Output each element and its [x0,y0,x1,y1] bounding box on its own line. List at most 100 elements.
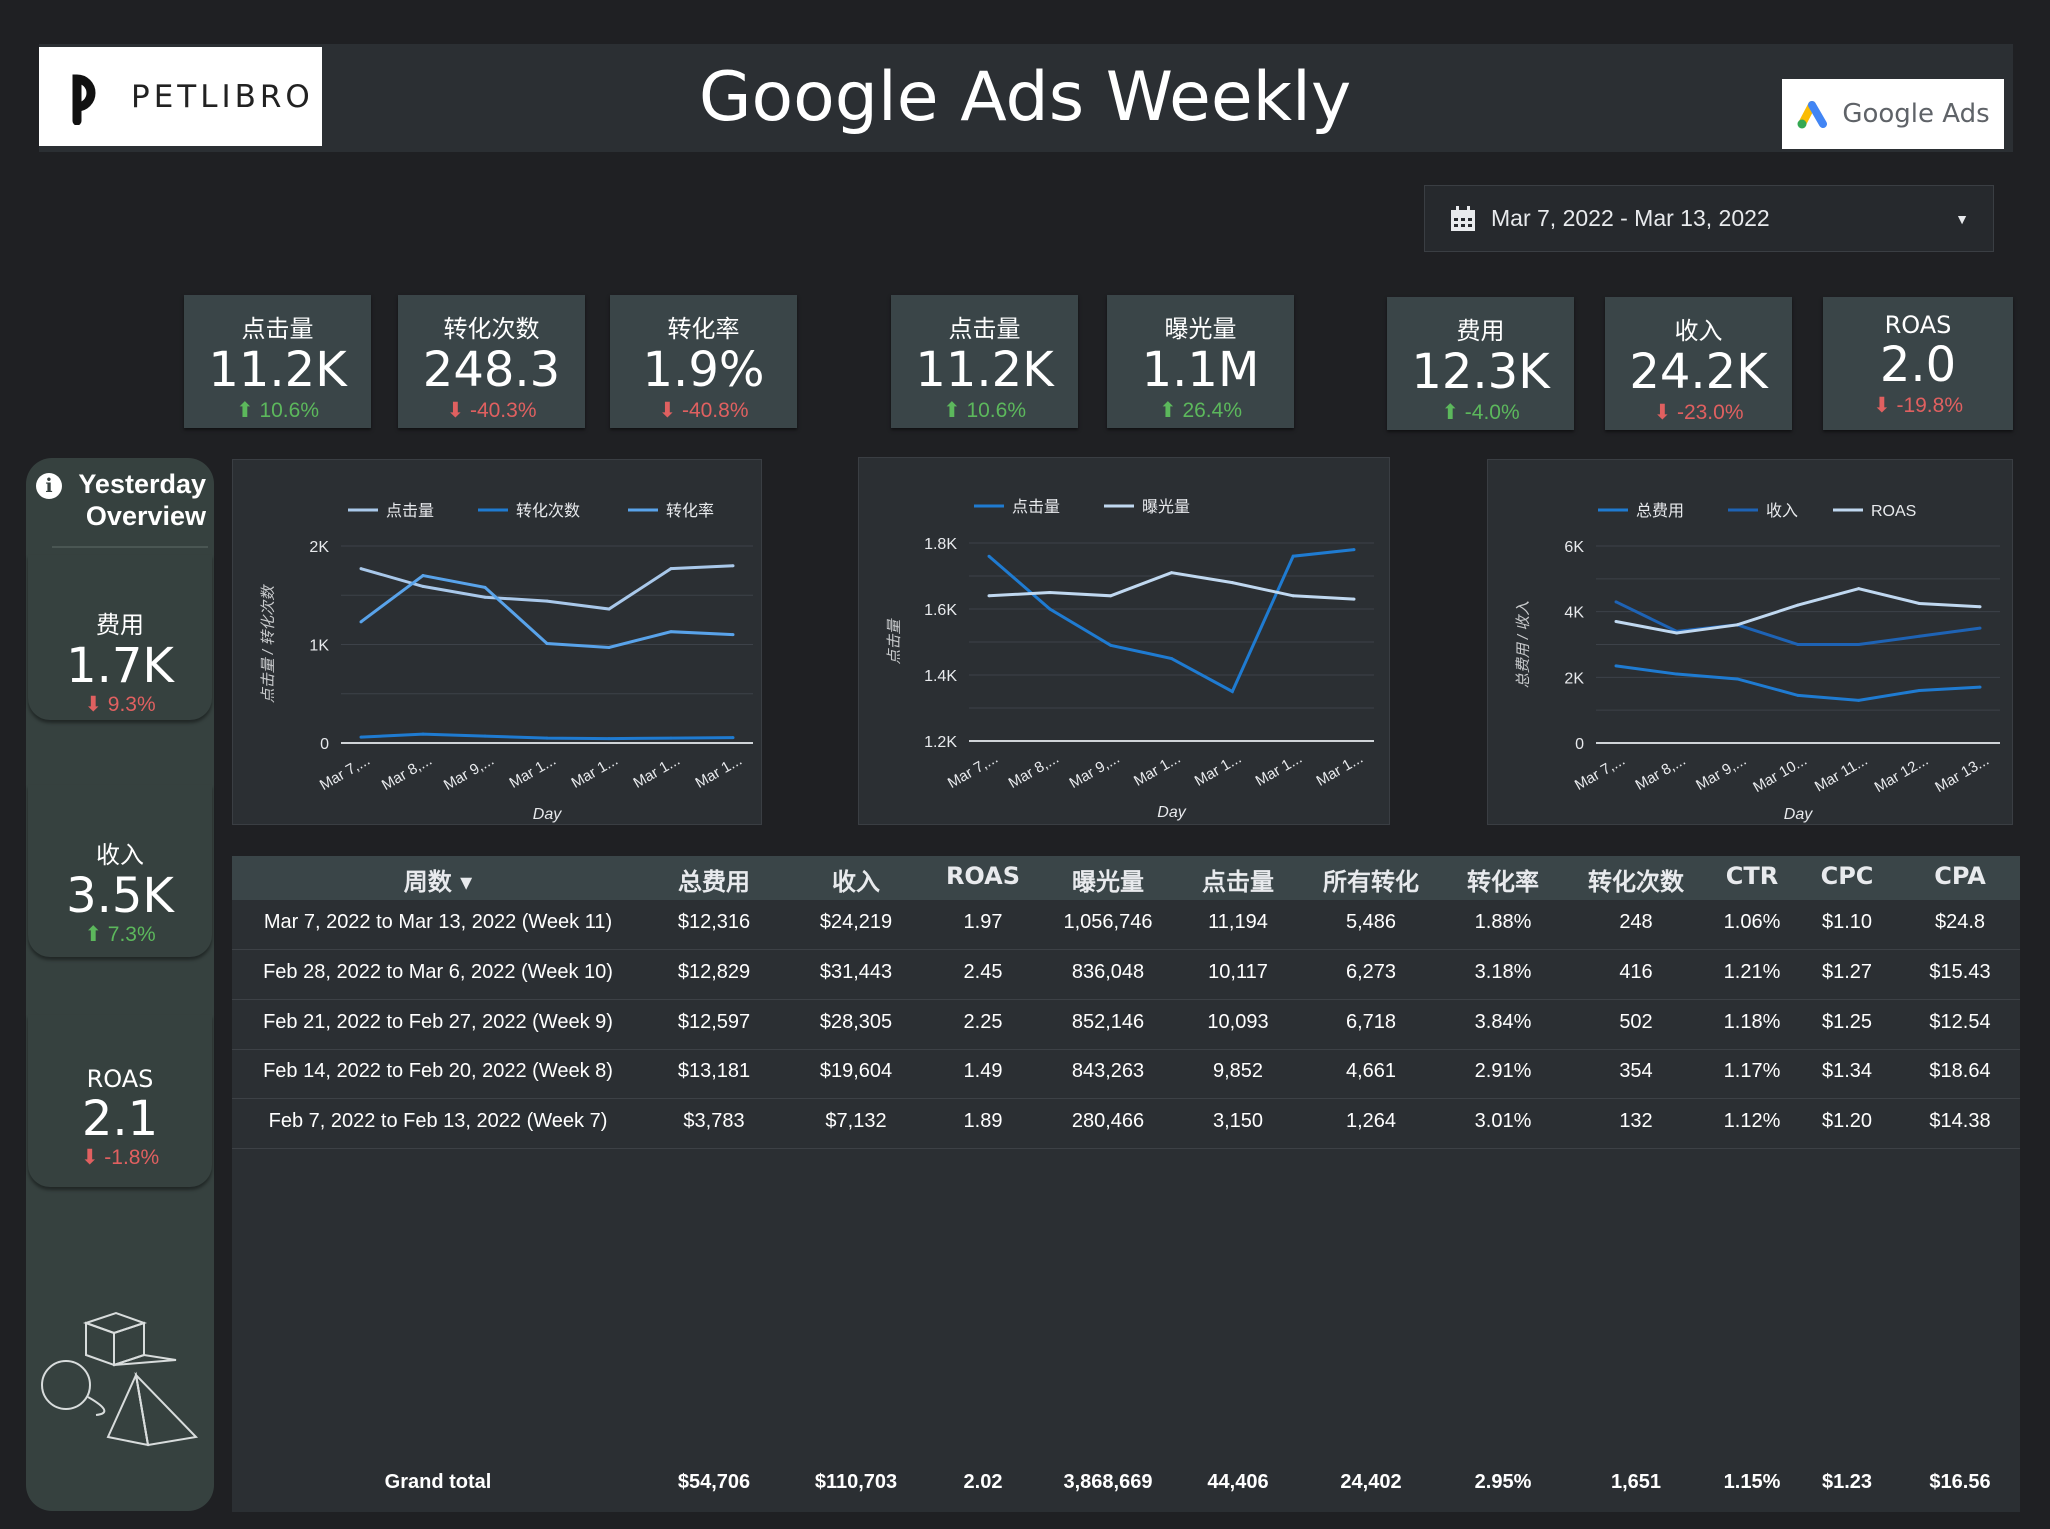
grand-total-label: Grand total [384,1471,492,1493]
data-point[interactable] [421,732,425,736]
y-tick-label: 2K [1564,670,1584,687]
column-header[interactable]: CPA [1910,862,2010,890]
column-header[interactable]: 转化率 [1448,862,1558,897]
data-point[interactable] [483,595,487,599]
shapes-illustration [41,1311,199,1447]
table-cell: Feb 7, 2022 to Feb 13, 2022 (Week 7) [268,1110,608,1132]
data-point[interactable] [359,567,363,571]
x-tick-label: Mar 10... [1750,752,1810,796]
x-tick-label: Mar 1... [506,752,559,792]
table-cell: 1.21% [1723,961,1781,983]
column-header[interactable]: 所有转化 [1311,862,1431,897]
data-point[interactable] [1978,685,1982,689]
data-point[interactable] [1230,581,1234,585]
data-point[interactable] [1109,594,1113,598]
kpi-change: ⬆ 10.6% [891,398,1078,423]
data-point[interactable] [1675,631,1679,635]
data-point[interactable] [483,585,487,589]
data-point[interactable] [731,633,735,637]
data-point[interactable] [421,574,425,578]
table-cell: Mar 7, 2022 to Mar 13, 2022 (Week 11) [263,911,613,933]
data-point[interactable] [1796,693,1800,697]
table-cell: $19,604 [819,1060,893,1082]
data-point[interactable] [1291,554,1295,558]
data-point[interactable] [1614,664,1618,668]
series-line[interactable] [360,573,734,649]
table-cell: $24.8 [1934,911,1986,933]
data-point[interactable] [1857,643,1861,646]
grand-total-cell: 3,868,669 [1063,1471,1153,1493]
data-point[interactable] [1048,591,1052,594]
column-header[interactable]: CTR [1707,862,1797,890]
kpi-card: 收入 24.2K ⬇ -23.0% [1605,297,1792,430]
data-point[interactable] [545,599,549,603]
data-point[interactable] [1857,587,1861,591]
data-point[interactable] [731,564,735,568]
date-range-picker[interactable]: Mar 7, 2022 - Mar 13, 2022 ▼ [1424,185,1994,252]
data-point[interactable] [1291,594,1295,598]
data-point[interactable] [1170,657,1173,660]
y-tick-label: 2K [309,539,329,556]
data-point[interactable] [1796,603,1800,607]
kpi-change: ⬆ 10.6% [184,398,371,423]
table-cell: $1.25 [1821,1011,1873,1033]
data-point[interactable] [1917,688,1921,692]
column-header[interactable]: 收入 [796,862,916,897]
data-point[interactable] [731,736,735,740]
data-point[interactable] [1048,607,1052,611]
arrow-down-icon: ⬇ [658,399,677,422]
table-cell: $12,597 [677,1011,751,1033]
sortable-column-header[interactable]: 周数 ▾ [238,862,638,897]
data-point[interactable] [1352,597,1356,601]
x-tick-label: Mar 1... [1192,750,1245,790]
kpi-label: 收入 [1674,317,1723,345]
data-point[interactable] [359,620,363,624]
data-point[interactable] [1614,600,1618,604]
data-point[interactable] [607,607,611,611]
data-point[interactable] [987,554,991,558]
series-line[interactable] [1615,600,1981,646]
data-point[interactable] [1675,672,1679,676]
series-line[interactable] [988,548,1355,694]
column-header[interactable]: 点击量 [1183,862,1293,897]
column-header[interactable]: ROAS [938,862,1028,890]
data-point[interactable] [669,736,673,740]
dropdown-caret-icon[interactable]: ▼ [1955,211,1969,227]
data-point[interactable] [1978,626,1982,630]
data-point[interactable] [1917,634,1921,638]
data-point[interactable] [1735,623,1739,627]
column-header[interactable]: 总费用 [654,862,774,897]
series-line[interactable] [1615,587,1981,635]
data-point[interactable] [359,735,363,739]
data-point[interactable] [987,594,991,598]
data-point[interactable] [1109,643,1113,647]
kpi-card: 转化率 1.9% ⬇ -40.8% [610,295,797,428]
column-header[interactable]: CPC [1807,862,1887,890]
google-ads-label: Google Ads [1842,99,1990,129]
table-cell: 5,486 [1345,911,1397,933]
data-point[interactable] [1230,690,1234,693]
data-point[interactable] [421,584,425,588]
column-header[interactable]: 曝光量 [1043,862,1173,897]
data-point[interactable] [669,567,673,571]
kpi-card: 点击量 11.2K ⬆ 10.6% [184,295,371,428]
data-point[interactable] [1796,643,1800,646]
data-point[interactable] [1978,605,1982,609]
data-point[interactable] [1170,571,1173,575]
data-point[interactable] [669,630,673,634]
data-point[interactable] [1352,548,1356,552]
data-point[interactable] [1735,677,1739,681]
series-line[interactable] [988,571,1355,601]
column-header[interactable]: 转化次数 [1576,862,1696,897]
chart-panel-clicks-impressions: 1.2K 1.4K 1.6K 1.8K Mar 7,... Mar 8,... Mar 9,… [858,457,1390,825]
data-point[interactable] [1857,698,1861,702]
data-point[interactable] [1614,620,1618,624]
table-cell: $14.38 [1929,1110,1991,1132]
data-point[interactable] [607,737,611,741]
data-point[interactable] [1917,601,1921,605]
data-point[interactable] [607,645,611,649]
data-point[interactable] [483,734,487,738]
data-point[interactable] [545,736,549,740]
data-point[interactable] [545,642,549,646]
sidebar-divider [52,546,208,548]
